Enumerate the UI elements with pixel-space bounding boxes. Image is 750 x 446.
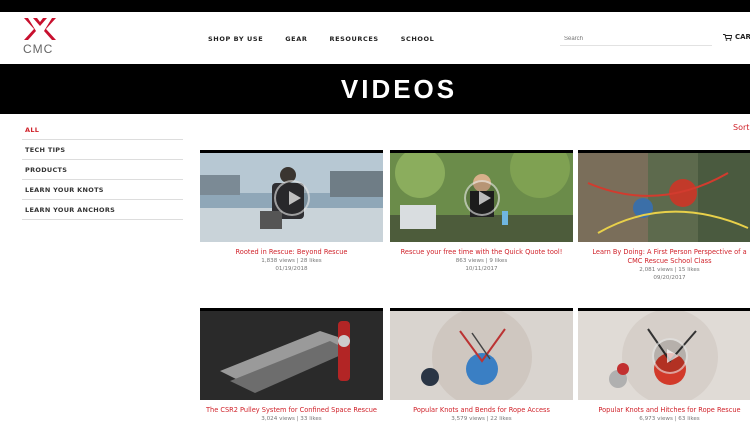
sidebar-item-learn-your-anchors[interactable]: LEARN YOUR ANCHORS [22,200,183,220]
search-input[interactable] [560,32,712,46]
video-card[interactable]: The CSR2 Pulley System for Confined Spac… [200,308,383,423]
sidebar-item-products[interactable]: PRODUCTS [22,160,183,180]
sidebar-item-tech-tips[interactable]: TECH TIPS [22,140,183,160]
video-thumbnail[interactable] [200,150,383,242]
video-date: 01/19/2018 [275,266,308,272]
video-card[interactable]: Rooted in Rescue: Beyond Rescue 1,838 vi… [200,150,383,273]
video-thumbnail[interactable] [390,308,573,400]
sidebar-item-all[interactable]: ALL [22,120,183,140]
sort-link[interactable]: Sort [733,123,749,132]
video-stats: 3,579 views | 22 likes [451,416,512,422]
cart-link[interactable]: CART [723,33,750,41]
video-thumbnail-image [390,311,573,400]
video-stats: 6,973 views | 63 likes [639,416,700,422]
nav-resources[interactable]: RESOURCES [329,35,378,43]
video-stats: 1,838 views | 28 likes [261,258,322,264]
page-banner: VIDEOS [0,64,750,114]
video-card[interactable]: Popular Knots and Bends for Rope Access … [390,308,573,423]
cart-icon [723,33,732,41]
cart-label: CART [735,33,750,41]
main-nav: SHOP BY USE GEAR RESOURCES SCHOOL [208,35,434,43]
video-stats: 3,024 views | 33 likes [261,416,322,422]
video-title[interactable]: Popular Knots and Hitches for Rope Rescu… [578,406,750,415]
site-header: CMC SHOP BY USE GEAR RESOURCES SCHOOL CA… [0,12,750,64]
video-card[interactable]: Popular Knots and Hitches for Rope Rescu… [578,308,750,423]
play-icon[interactable] [274,180,310,216]
category-sidebar: ALL TECH TIPS PRODUCTS LEARN YOUR KNOTS … [22,120,183,220]
video-title[interactable]: Learn By Doing: A First Person Perspecti… [578,248,750,266]
video-thumbnail-image [578,153,750,242]
video-title[interactable]: Popular Knots and Bends for Rope Access [390,406,573,415]
video-title[interactable]: Rooted in Rescue: Beyond Rescue [200,248,383,257]
logo-text: CMC [23,42,54,56]
video-thumbnail[interactable] [578,150,750,242]
nav-shop-by-use[interactable]: SHOP BY USE [208,35,263,43]
video-title[interactable]: Rescue your free time with the Quick Quo… [390,248,573,257]
sidebar-item-learn-your-knots[interactable]: LEARN YOUR KNOTS [22,180,183,200]
nav-school[interactable]: SCHOOL [401,35,435,43]
video-stats: 2,081 views | 15 likes [639,267,700,273]
video-thumbnail[interactable] [390,150,573,242]
video-title[interactable]: The CSR2 Pulley System for Confined Spac… [200,406,383,415]
video-date: 09/20/2017 [653,275,686,281]
top-strip [0,0,750,12]
play-icon[interactable] [464,180,500,216]
video-thumbnail[interactable] [578,308,750,400]
video-thumbnail[interactable] [200,308,383,400]
video-thumbnail-image [200,311,383,400]
video-stats: 863 views | 9 likes [455,258,508,264]
play-icon[interactable] [652,338,688,374]
video-card[interactable]: Rescue your free time with the Quick Quo… [390,150,573,273]
video-card[interactable]: Learn By Doing: A First Person Perspecti… [578,150,750,282]
nav-gear[interactable]: GEAR [285,35,307,43]
page-title: VIDEOS [340,73,458,104]
video-grid: Rooted in Rescue: Beyond Rescue 1,838 vi… [200,150,750,446]
video-date: 10/11/2017 [465,266,498,272]
